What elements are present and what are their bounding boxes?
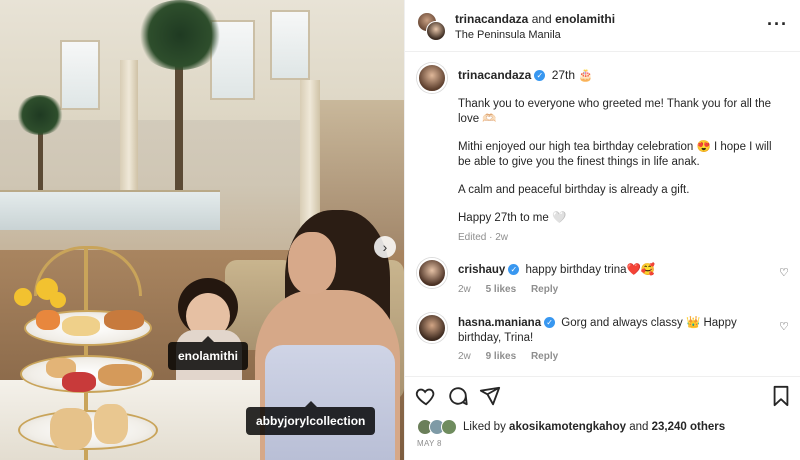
photo-tag-enolamithi[interactable]: enolamithi [168,336,249,370]
pastry [62,316,100,336]
reply-button[interactable]: Reply [531,351,558,362]
header-avatars[interactable] [417,12,446,41]
comment-like-heart-icon[interactable]: ♡ [779,266,789,279]
palm-tree-leaves [135,0,225,70]
verified-badge-icon: ✓ [544,317,556,329]
comment-icon[interactable] [447,385,469,412]
photo-column [300,80,320,230]
caption-paragraph: Mithi enjoyed our high tea birthday cele… [458,140,778,170]
caption-text: Mithi enjoyed our high tea birthday cele… [458,141,694,153]
caption-text: Thank you to everyone who greeted me! Th… [458,98,772,125]
heart-emoji: ❤️🥰 [626,264,656,276]
post-actions: Liked by akosikamotengkahoy and 23,240 o… [405,376,800,460]
white-heart-emoji: 🤍 [551,212,567,224]
pastry [50,408,92,450]
avatar[interactable] [417,258,447,288]
birthday-cake-icon: 🎂 [578,68,594,82]
caption-paragraph: A calm and peaceful birthday is already … [458,184,690,196]
verified-badge-icon: ✓ [534,70,546,82]
post-date[interactable]: MAY 8 [417,439,442,448]
avatar[interactable] [426,21,446,41]
palm-tree-leaves [15,95,65,135]
header-username-trinacandaza[interactable]: trinacandaza [455,12,528,26]
avatar[interactable] [417,313,447,343]
more-horizontal-icon[interactable]: ··· [767,14,788,35]
header-usernames: trinacandaza and enolamithi [455,12,615,26]
photo-window [60,40,100,110]
pastry [104,310,144,330]
pastry [62,372,96,392]
comment-body: happy birthday trina [525,264,627,276]
comment-like-heart-icon[interactable]: ♡ [779,320,789,333]
woman-face [288,232,336,294]
photo-column [120,60,138,200]
caption-paragraph: Happy 27th to me 🤍 [458,211,778,226]
header-username-enolamithi[interactable]: enolamithi [555,12,615,26]
comment-meta: 2w 5 likes Reply [458,284,570,295]
heart-hands-emoji: 🫶🏻 [482,113,497,125]
comment-likes[interactable]: 5 likes [486,284,517,295]
avatar[interactable] [441,419,457,435]
caption-header: trinacandaza ✓ 27th 🎂 [458,68,593,82]
photo-window [270,10,310,80]
comment-likes[interactable]: 9 likes [486,351,517,362]
woman-dress [265,345,395,460]
comment-username[interactable]: crishauy [458,264,505,276]
crown-emoji: 👑 [685,317,701,329]
comment-time: 2w [458,284,471,295]
photo-counter [0,190,220,230]
likes-username[interactable]: akosikamotengkahoy [509,421,626,433]
comment-meta: 2w 9 likes Reply [458,351,570,362]
verified-badge-icon: ✓ [508,264,520,276]
comment-body: Gorg and always classy [561,317,683,329]
post-photo[interactable]: enolamithi abbyjorylcollection › [0,0,404,460]
comment-time: 2w [458,351,471,362]
likes-summary: Liked by akosikamotengkahoy and 23,240 o… [463,421,725,433]
bookmark-icon[interactable] [771,385,791,412]
reply-button[interactable]: Reply [531,284,558,295]
flower [14,288,32,306]
caption-meta: Edited · 2w [458,232,509,243]
pastry [36,310,60,330]
caption-username[interactable]: trinacandaza [458,68,531,82]
header-and: and [531,12,552,26]
post-header: trinacandaza and enolamithi The Peninsul… [405,0,800,52]
avatar[interactable] [417,63,447,93]
comment-text: crishauy ✓ happy birthday trina❤️🥰 [458,263,776,278]
send-icon[interactable] [479,385,501,412]
comment-text: hasna.maniana ✓ Gorg and always classy 👑 … [458,316,776,346]
likes-count[interactable]: 23,240 others [652,421,726,433]
caption-text: Happy 27th to me [458,212,549,224]
photo-tag-abbyjorylcollection[interactable]: abbyjorylcollection [246,401,376,435]
pastry [98,364,142,386]
heart-icon[interactable] [415,385,437,412]
pastry [94,404,128,444]
caption-extra: 27th [551,68,576,82]
chevron-right-icon[interactable]: › [374,236,396,258]
post-details-panel: trinacandaza and enolamithi The Peninsul… [404,0,800,460]
post-location[interactable]: The Peninsula Manila [455,29,561,41]
likes-and: and [629,421,649,433]
heart-eyes-emoji: 😍 [696,141,711,153]
comment-username[interactable]: hasna.maniana [458,317,541,329]
likes-prefix: Liked by [463,421,506,433]
caption-paragraph: Thank you to everyone who greeted me! Th… [458,97,778,127]
flower [50,292,66,308]
